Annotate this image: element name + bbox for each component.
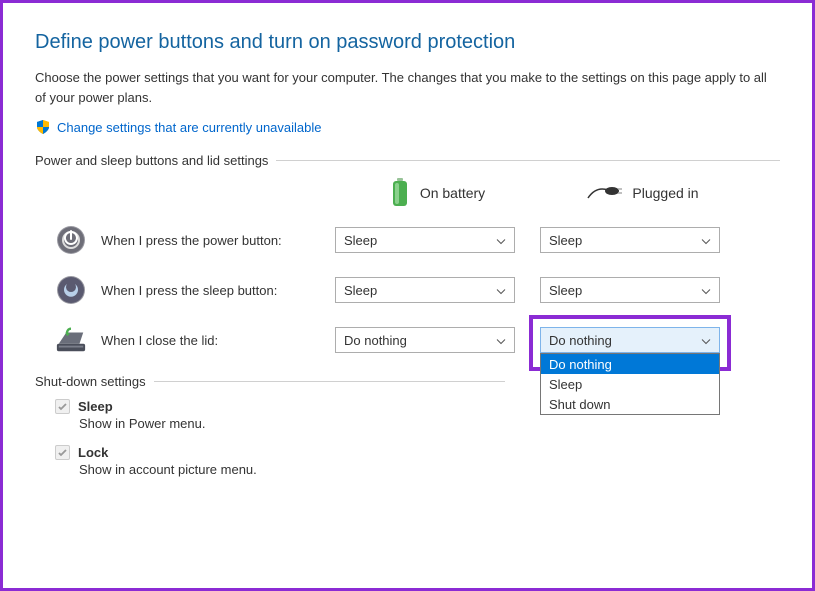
sleep-desc: Show in Power menu. bbox=[79, 416, 780, 431]
chevron-down-icon bbox=[701, 283, 711, 298]
power-button-label: When I press the power button: bbox=[101, 233, 282, 248]
battery-icon bbox=[390, 178, 410, 208]
change-settings-link[interactable]: Change settings that are currently unava… bbox=[57, 120, 322, 135]
lock-desc: Show in account picture menu. bbox=[79, 462, 780, 477]
chevron-down-icon bbox=[496, 233, 506, 248]
chevron-down-icon bbox=[496, 333, 506, 348]
dropdown-option[interactable]: Shut down bbox=[541, 394, 719, 414]
lid-close-label: When I close the lid: bbox=[101, 333, 218, 348]
lid-plugged-dropdown: Do nothing Sleep Shut down bbox=[540, 353, 720, 415]
lid-battery-select[interactable]: Do nothing bbox=[335, 327, 515, 353]
page-title: Define power buttons and turn on passwor… bbox=[35, 31, 780, 54]
chevron-down-icon bbox=[496, 283, 506, 298]
intro-text: Choose the power settings that you want … bbox=[35, 68, 780, 107]
power-button-icon bbox=[55, 224, 87, 256]
sleep-button-icon bbox=[55, 274, 87, 306]
lid-plugged-select[interactable]: Do nothing bbox=[540, 327, 720, 353]
sleep-checkbox-label: Sleep bbox=[78, 399, 113, 414]
sleep-button-plugged-select[interactable]: Sleep bbox=[540, 277, 720, 303]
sleep-button-label: When I press the sleep button: bbox=[101, 283, 277, 298]
lid-close-icon bbox=[55, 324, 87, 356]
lock-checkbox-label: Lock bbox=[78, 445, 108, 460]
dropdown-option[interactable]: Sleep bbox=[541, 374, 719, 394]
power-button-battery-select[interactable]: Sleep bbox=[335, 227, 515, 253]
column-battery-label: On battery bbox=[420, 185, 485, 201]
sleep-button-battery-select[interactable]: Sleep bbox=[335, 277, 515, 303]
chevron-down-icon bbox=[701, 333, 711, 348]
sleep-checkbox[interactable] bbox=[55, 399, 70, 414]
section-power-sleep-lid: Power and sleep buttons and lid settings bbox=[35, 153, 780, 168]
shield-icon bbox=[35, 119, 51, 135]
dropdown-option[interactable]: Do nothing bbox=[541, 354, 719, 374]
power-button-plugged-select[interactable]: Sleep bbox=[540, 227, 720, 253]
plug-icon bbox=[586, 184, 622, 202]
section-shutdown: Shut-down settings bbox=[35, 374, 505, 389]
chevron-down-icon bbox=[701, 233, 711, 248]
lock-checkbox[interactable] bbox=[55, 445, 70, 460]
column-plugged-label: Plugged in bbox=[632, 185, 698, 201]
